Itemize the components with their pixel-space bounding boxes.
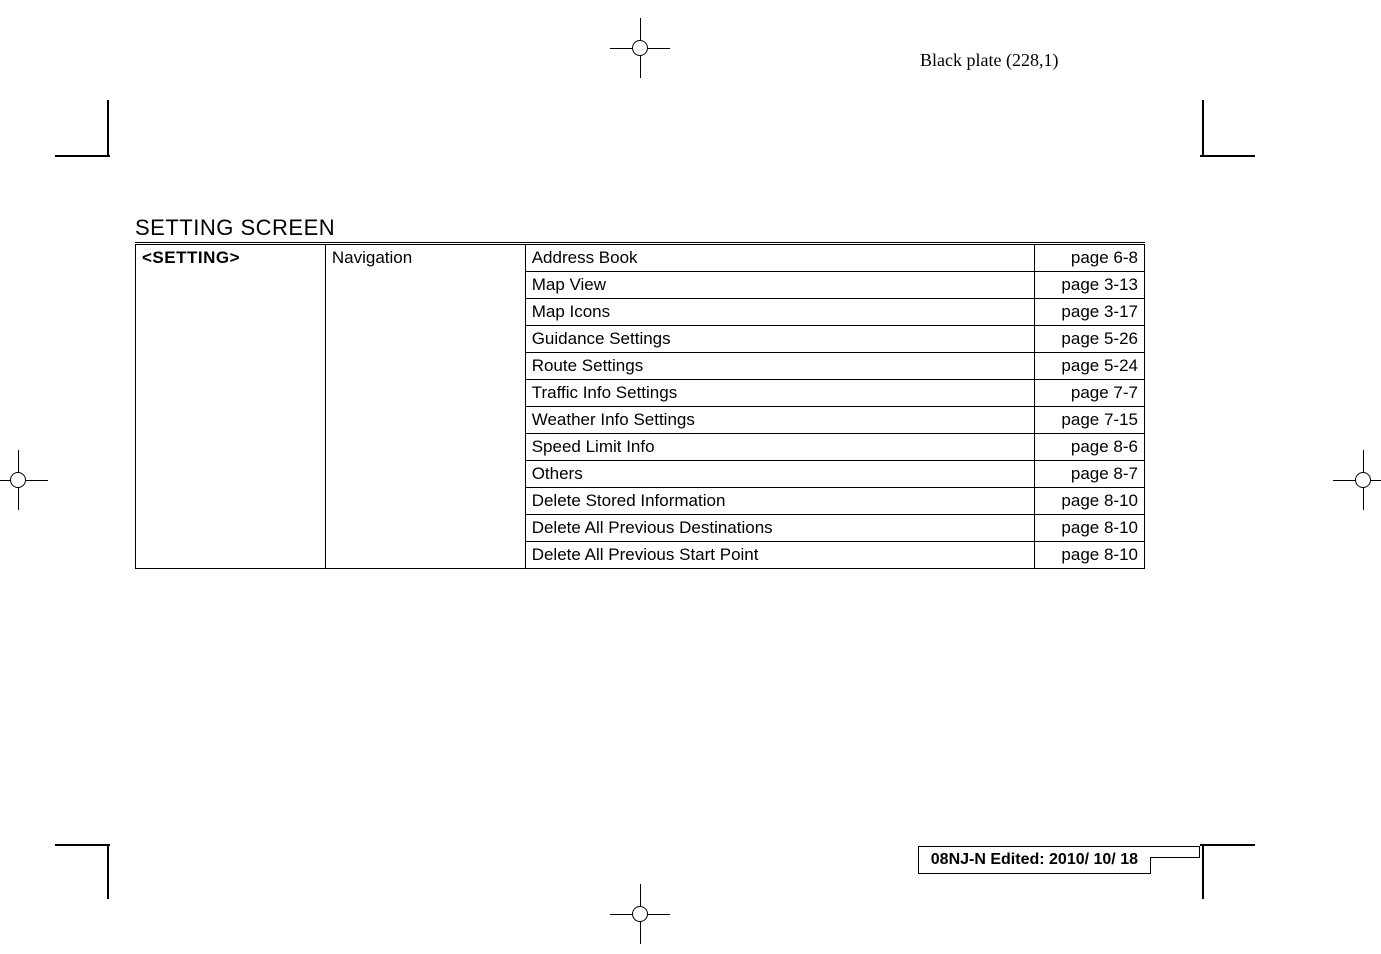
crop-mark bbox=[1202, 844, 1204, 899]
cell-label: Weather Info Settings bbox=[525, 407, 1034, 434]
cell-label: Speed Limit Info bbox=[525, 434, 1034, 461]
cell-page: page 5-26 bbox=[1035, 326, 1145, 353]
cell-page: page 8-10 bbox=[1035, 515, 1145, 542]
cell-page: page 8-10 bbox=[1035, 488, 1145, 515]
cell-label: Map Icons bbox=[525, 299, 1034, 326]
crop-mark bbox=[107, 100, 109, 155]
cell-page: page 8-7 bbox=[1035, 461, 1145, 488]
cell-label: Address Book bbox=[525, 245, 1034, 272]
cell-label: Delete All Previous Destinations bbox=[525, 515, 1034, 542]
cell-page: page 8-6 bbox=[1035, 434, 1145, 461]
cell-setting: <SETTING> bbox=[136, 245, 326, 569]
footer-tab bbox=[1150, 846, 1200, 858]
crop-mark bbox=[55, 155, 110, 157]
content-area: SETTING SCREEN <SETTING> Navigation Addr… bbox=[135, 215, 1145, 569]
crop-mark bbox=[55, 844, 110, 846]
cell-page: page 7-15 bbox=[1035, 407, 1145, 434]
registration-mark-top bbox=[610, 18, 670, 78]
registration-mark-right bbox=[1333, 450, 1381, 510]
crop-mark bbox=[107, 844, 109, 899]
cell-page: page 5-24 bbox=[1035, 353, 1145, 380]
registration-mark-bottom bbox=[610, 884, 670, 944]
registration-mark-left bbox=[0, 450, 48, 510]
cell-page: page 8-10 bbox=[1035, 542, 1145, 569]
cell-page: page 3-17 bbox=[1035, 299, 1145, 326]
cell-navigation: Navigation bbox=[325, 245, 525, 569]
section-title: SETTING SCREEN bbox=[135, 215, 1145, 243]
cell-label: Map View bbox=[525, 272, 1034, 299]
cell-label: Guidance Settings bbox=[525, 326, 1034, 353]
cell-label: Route Settings bbox=[525, 353, 1034, 380]
table-row: <SETTING> Navigation Address Book page 6… bbox=[136, 245, 1145, 272]
crop-mark bbox=[1202, 100, 1204, 155]
cell-label: Delete Stored Information bbox=[525, 488, 1034, 515]
footer-edited-text: 08NJ-N Edited: 2010/ 10/ 18 bbox=[931, 851, 1138, 868]
plate-header-text: Black plate (228,1) bbox=[920, 50, 1058, 71]
cell-page: page 6-8 bbox=[1035, 245, 1145, 272]
crop-mark bbox=[1200, 844, 1255, 846]
crop-mark bbox=[1200, 155, 1255, 157]
cell-page: page 7-7 bbox=[1035, 380, 1145, 407]
setting-table: <SETTING> Navigation Address Book page 6… bbox=[135, 244, 1145, 569]
page-root: Black plate (228,1) SETTING SCREEN <SETT… bbox=[0, 0, 1381, 954]
cell-page: page 3-13 bbox=[1035, 272, 1145, 299]
cell-label: Others bbox=[525, 461, 1034, 488]
footer-edited-box: 08NJ-N Edited: 2010/ 10/ 18 bbox=[918, 846, 1151, 874]
cell-label: Delete All Previous Start Point bbox=[525, 542, 1034, 569]
cell-label: Traffic Info Settings bbox=[525, 380, 1034, 407]
